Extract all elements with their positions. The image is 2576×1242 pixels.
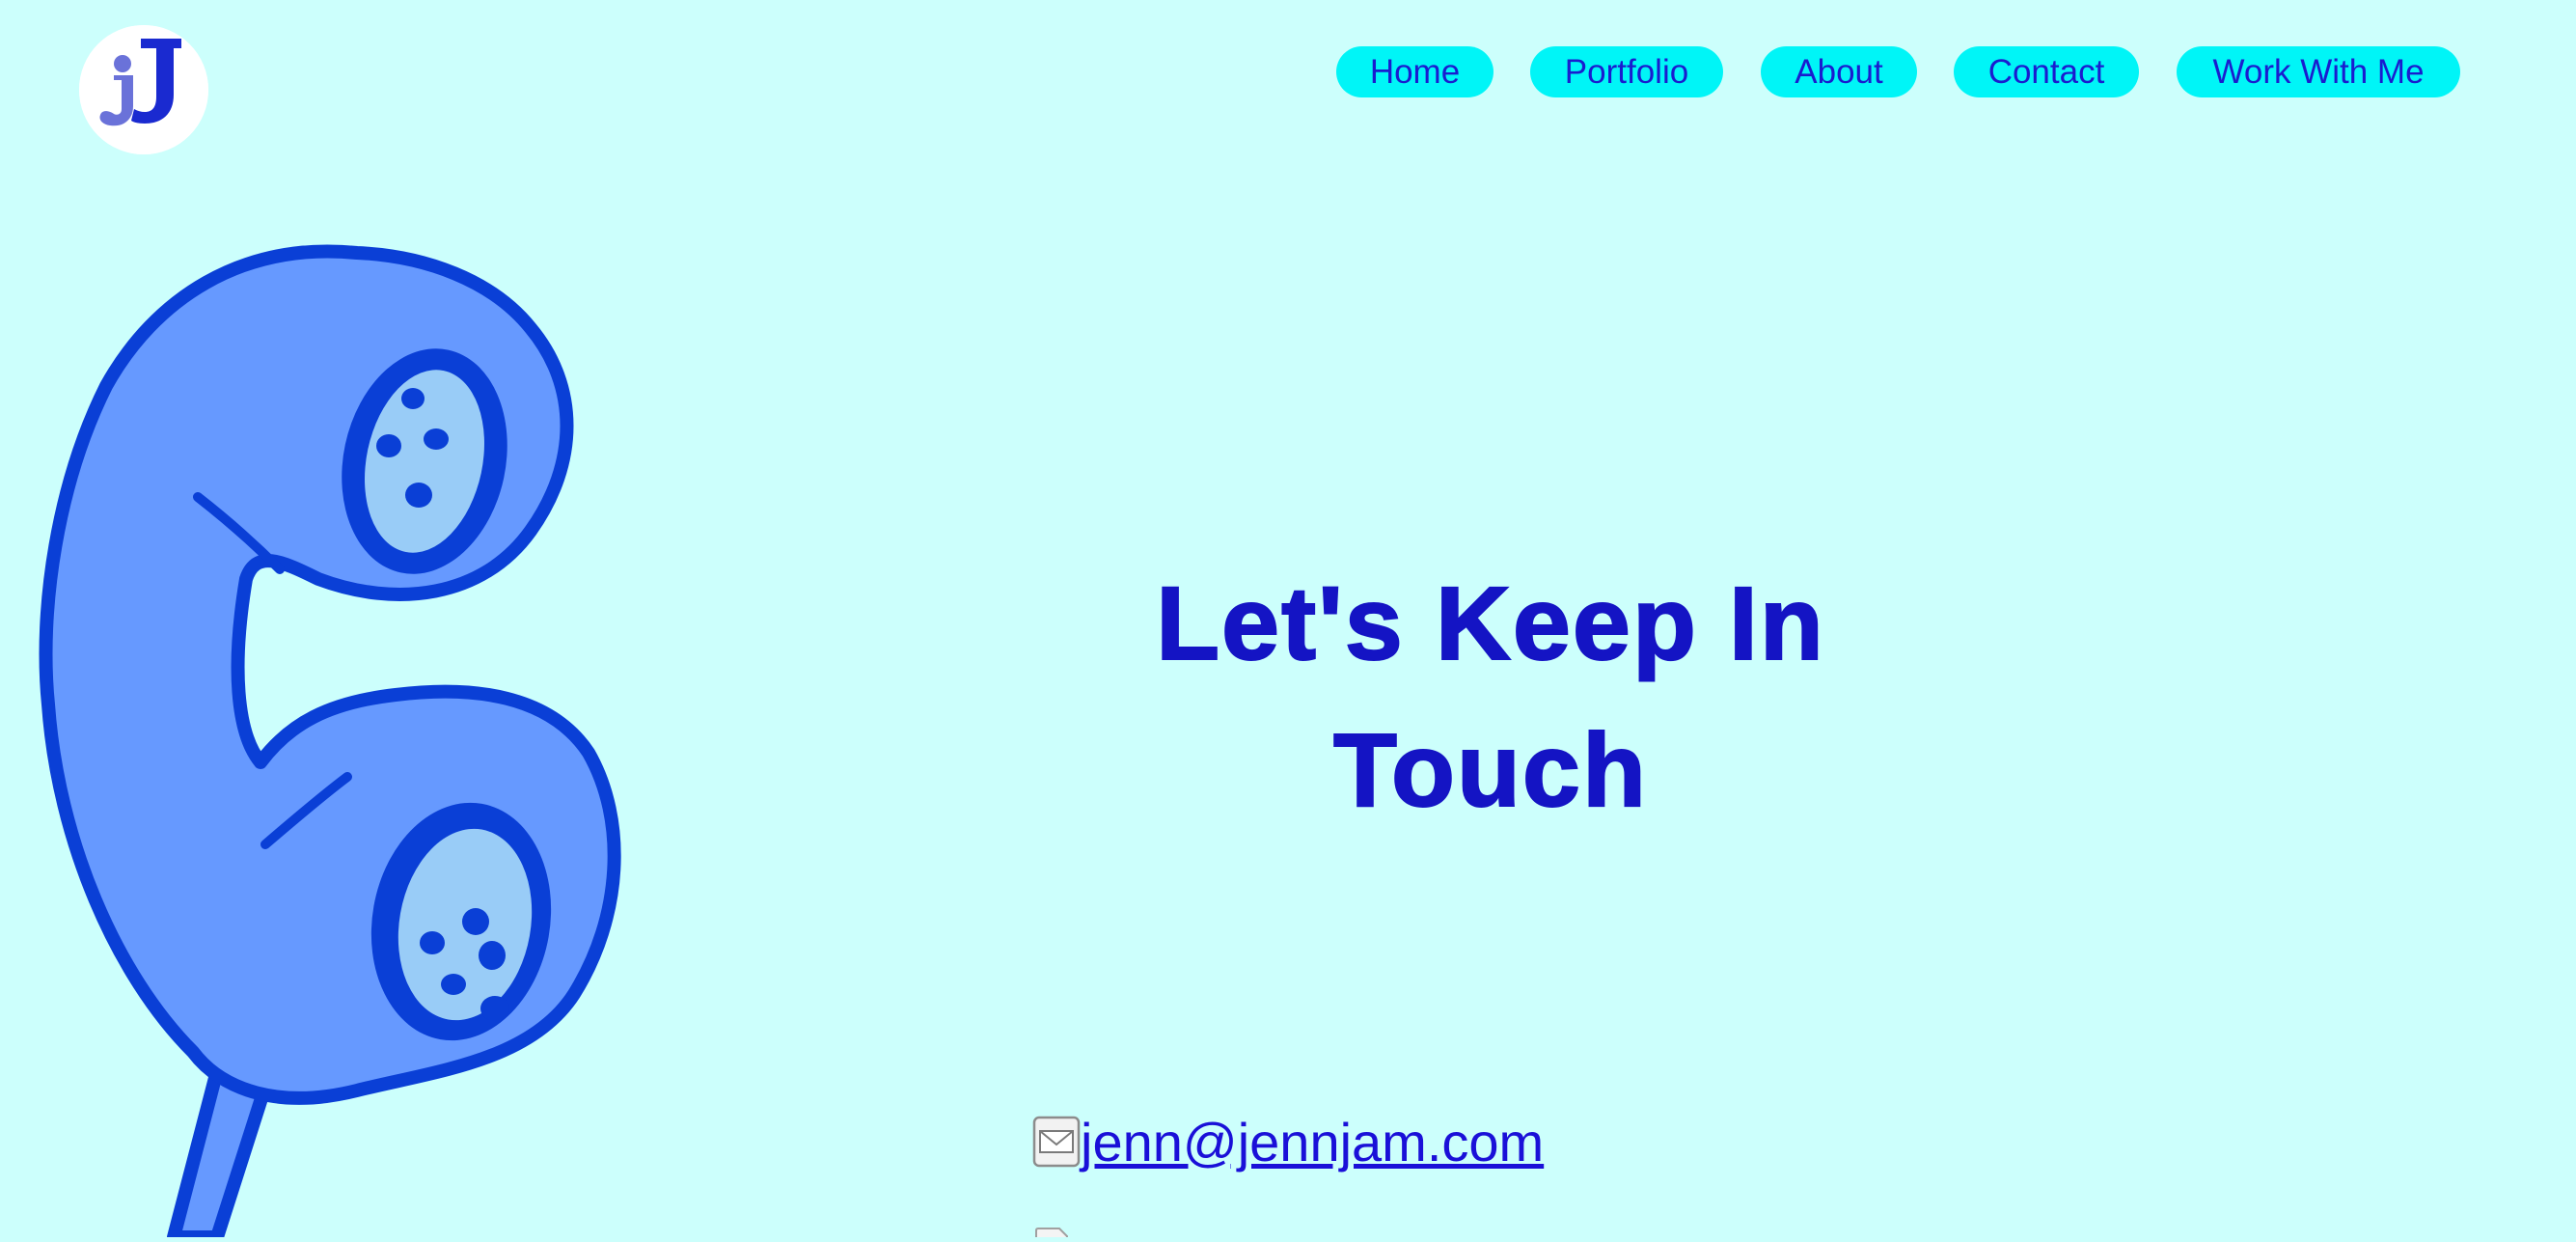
headline-line-1: Let's Keep In xyxy=(1155,564,1825,682)
nav-portfolio-link[interactable]: Portfolio xyxy=(1530,46,1723,97)
nav-about-link[interactable]: About xyxy=(1761,46,1917,97)
email-link[interactable]: jenn@jennjam.com xyxy=(1081,1111,1544,1173)
telephone-handset-icon xyxy=(29,241,627,1242)
email-contact: jenn@jennjam.com xyxy=(1032,1108,1544,1175)
envelope-icon xyxy=(1032,1116,1081,1168)
nav-contact-link[interactable]: Contact xyxy=(1954,46,2139,97)
nav-work-with-me-link[interactable]: Work With Me xyxy=(2177,46,2460,97)
page-headline: Let's Keep In Touch xyxy=(1008,550,1973,843)
nav-home-link[interactable]: Home xyxy=(1336,46,1494,97)
main-navigation: Home Portfolio About Contact Work With M… xyxy=(0,46,2576,98)
document-icon xyxy=(1035,1228,1068,1237)
headline-line-2: Touch xyxy=(1332,710,1648,829)
